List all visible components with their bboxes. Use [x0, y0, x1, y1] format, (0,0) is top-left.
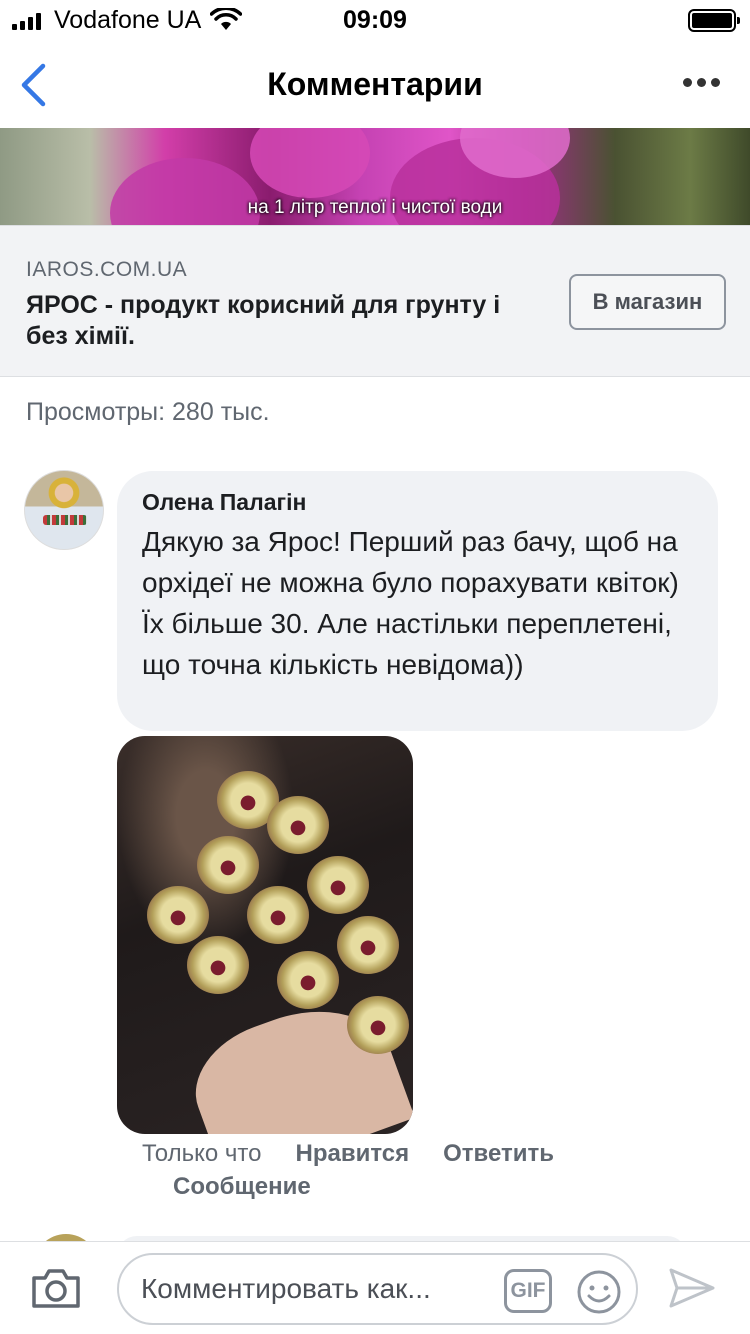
ellipsis-icon[interactable]: [683, 78, 720, 87]
smiley-icon[interactable]: [576, 1269, 622, 1315]
comment-input[interactable]: [141, 1269, 501, 1309]
send-icon[interactable]: [667, 1266, 717, 1310]
page-title: Комментарии: [267, 66, 483, 102]
link-domain: IAROS.COM.UA: [26, 258, 188, 281]
status-bar: Vodafone UA 09:09: [0, 0, 750, 40]
comment-author[interactable]: Олена Палагін: [142, 489, 306, 516]
navigation-bar: Комментарии: [0, 40, 750, 128]
view-count: Просмотры: 280 тыс.: [26, 398, 270, 426]
shop-now-button[interactable]: В магазин: [569, 274, 726, 330]
reply-link[interactable]: Ответить: [443, 1140, 554, 1168]
video-caption: на 1 літр теплої і чистої води: [247, 197, 503, 218]
message-link[interactable]: Сообщение: [173, 1173, 311, 1201]
comment-input-field[interactable]: GIF: [117, 1253, 638, 1325]
comment-composer: GIF: [0, 1241, 750, 1334]
link-preview-card[interactable]: IAROS.COM.UA ЯРОС - продукт корисний для…: [0, 225, 750, 377]
comment-photo[interactable]: [117, 736, 413, 1134]
status-time: 09:09: [343, 6, 407, 34]
link-title: ЯРОС - продукт корисний для грунту і без…: [26, 291, 501, 350]
comment-text: Дякую за Ярос! Перший раз бачу, щоб на о…: [142, 526, 679, 680]
battery-icon: [688, 9, 740, 32]
gif-icon[interactable]: GIF: [504, 1269, 552, 1313]
comment-actions: Только что Нравится Ответить: [142, 1140, 554, 1168]
comment-timestamp: Только что: [142, 1140, 262, 1167]
avatar[interactable]: [24, 470, 104, 550]
video-preview[interactable]: на 1 літр теплої і чистої води: [0, 128, 750, 225]
comment-bubble[interactable]: Олена Палагін Дякую за Ярос! Перший раз …: [117, 471, 718, 731]
camera-icon[interactable]: [30, 1266, 82, 1310]
like-link[interactable]: Нравится: [295, 1140, 409, 1168]
